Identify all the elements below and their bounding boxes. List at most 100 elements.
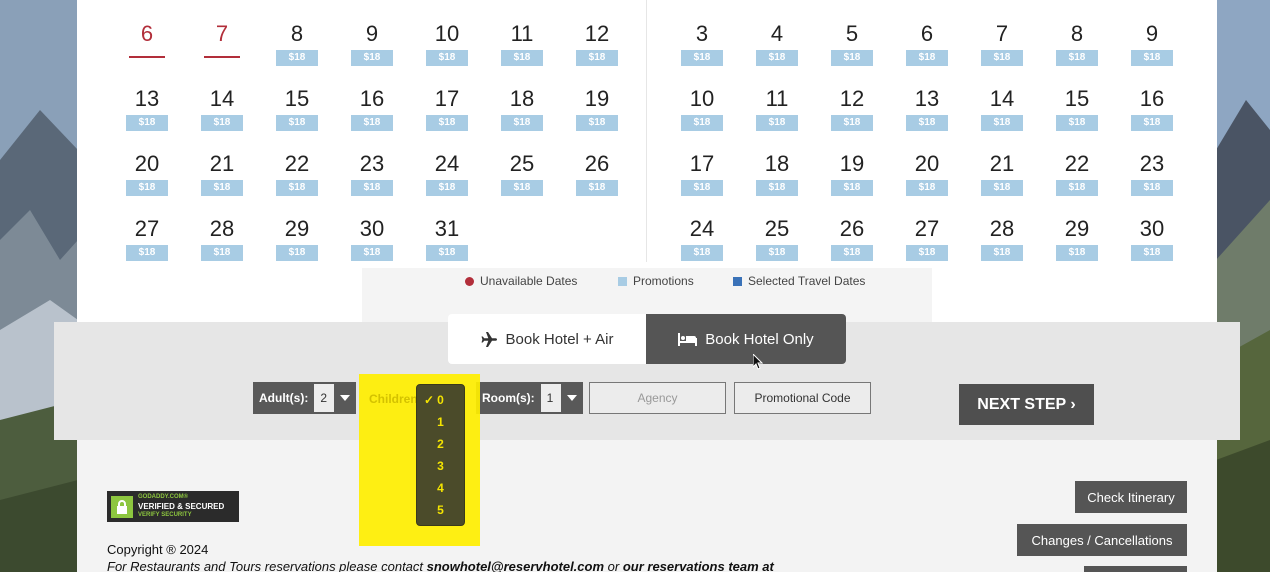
calendar-day[interactable]: 13 $18 [126, 86, 168, 131]
check-itinerary-button[interactable]: Check Itinerary [1075, 481, 1187, 513]
calendar-day-price: $18 [831, 50, 873, 66]
contact-email-link[interactable]: snowhotel@reservhotel.com [427, 559, 604, 572]
calendar-day-price: $18 [276, 50, 318, 66]
calendar-day[interactable]: 21 $18 [201, 151, 243, 196]
unavailable-dot-icon [465, 276, 474, 286]
calendar-day[interactable]: 15 $18 [1056, 86, 1098, 131]
calendar-day[interactable]: 30 $18 [1131, 216, 1173, 261]
badge-top-text: GODADDY.COM® [138, 494, 189, 500]
legend-promotions-label: Promotions [633, 274, 694, 288]
mouse-cursor-icon [752, 352, 764, 375]
calendar-day[interactable]: 26 $18 [576, 151, 618, 196]
calendar-day-number: 28 [989, 216, 1015, 241]
calendar-day-number: 7 [215, 21, 229, 46]
godaddy-security-badge[interactable]: GODADDY.COM® VERIFIED & SECURED VERIFY S… [107, 491, 239, 522]
calendar-day[interactable]: 28 $18 [981, 216, 1023, 261]
calendar-day[interactable]: 28 $18 [201, 216, 243, 261]
agency-input[interactable]: Agency [589, 382, 726, 414]
calendar-day[interactable]: 22 $18 [1056, 151, 1098, 196]
calendar-day-price: $18 [1131, 115, 1173, 131]
children-option[interactable]: 5 [417, 499, 464, 521]
calendar-day[interactable]: 25 $18 [756, 216, 798, 261]
calendar-day[interactable]: 8 $18 [276, 21, 318, 66]
calendar-day-price: $18 [126, 115, 168, 131]
calendar-day[interactable]: 24 $18 [426, 151, 468, 196]
calendar-day[interactable]: 13 $18 [906, 86, 948, 131]
calendar-day[interactable]: 9 $18 [351, 21, 393, 66]
calendar-day[interactable]: 17 $18 [681, 151, 723, 196]
calendar-day[interactable]: 26 $18 [831, 216, 873, 261]
calendar-day[interactable]: 16 $18 [351, 86, 393, 131]
calendar-day[interactable]: 20 $18 [906, 151, 948, 196]
calendar-day[interactable]: 18 $18 [501, 86, 543, 131]
children-option-label: 3 [437, 459, 444, 473]
calendar-day-number: 21 [209, 151, 235, 176]
children-option[interactable]: ✓ 0 [417, 389, 464, 411]
children-option[interactable]: 4 [417, 477, 464, 499]
calendar-day[interactable]: 14 $18 [981, 86, 1023, 131]
calendar-day[interactable]: 29 $18 [1056, 216, 1098, 261]
calendar-day[interactable]: 23 $18 [351, 151, 393, 196]
calendar-day-price: $18 [351, 115, 393, 131]
contact-team-link[interactable]: our reservations team at [623, 559, 774, 572]
children-dropdown[interactable]: ✓ 0 1 2 3 4 5 [416, 384, 465, 526]
calendar-day[interactable]: 27 $18 [906, 216, 948, 261]
calendar-day[interactable]: 24 $18 [681, 216, 723, 261]
calendar-day[interactable]: 25 $18 [501, 151, 543, 196]
rooms-select[interactable]: Room(s): 1 [476, 382, 583, 414]
calendar-day-price: $18 [1056, 115, 1098, 131]
calendar-day[interactable]: 10 $18 [681, 86, 723, 131]
calendar-day[interactable]: 17 $18 [426, 86, 468, 131]
children-option[interactable]: 2 [417, 433, 464, 455]
calendar-day[interactable]: 11 $18 [756, 86, 798, 131]
children-option-label: 1 [437, 415, 444, 429]
calendar-day[interactable]: 6 $18 [906, 21, 948, 66]
calendar-day-price: $18 [126, 245, 168, 261]
footer-button-partial[interactable] [1084, 566, 1187, 572]
calendar-day[interactable]: 5 $18 [831, 21, 873, 66]
calendar-day[interactable]: 19 $18 [831, 151, 873, 196]
calendar-day[interactable]: 8 $18 [1056, 21, 1098, 66]
legend-unavailable-label: Unavailable Dates [480, 274, 578, 288]
legend-promotions: Promotions [618, 274, 694, 288]
calendar-day[interactable]: 20 $18 [126, 151, 168, 196]
calendar-day[interactable]: 10 $18 [426, 21, 468, 66]
calendar-day[interactable]: 19 $18 [576, 86, 618, 131]
calendar-day[interactable]: 15 $18 [276, 86, 318, 131]
calendar-day[interactable]: 14 $18 [201, 86, 243, 131]
children-option[interactable]: 3 [417, 455, 464, 477]
calendar-day-price: $18 [906, 245, 948, 261]
calendar-day[interactable]: 9 $18 [1131, 21, 1173, 66]
calendar-month-right: 3 $18 4 $18 5 $18 6 $18 7 $18 8 $18 9 $18 10 $18 11 $18 12… [665, 0, 1190, 268]
check-icon: ✓ [424, 393, 435, 407]
agency-placeholder: Agency [637, 391, 678, 405]
calendar-day[interactable]: 18 $18 [756, 151, 798, 196]
calendar-day[interactable]: 12 $18 [831, 86, 873, 131]
calendar-day[interactable]: 12 $18 [576, 21, 618, 66]
calendar-day-price: $18 [681, 180, 723, 196]
promo-code-button[interactable]: Promotional Code [734, 382, 871, 414]
calendar-day-number: 27 [914, 216, 940, 241]
calendar-day[interactable]: 23 $18 [1131, 151, 1173, 196]
calendar-day[interactable]: 7 $18 [981, 21, 1023, 66]
children-option[interactable]: 1 [417, 411, 464, 433]
calendar-day[interactable]: 21 $18 [981, 151, 1023, 196]
calendar-day[interactable]: 31 $18 [426, 216, 468, 261]
calendar-day: 7 [201, 21, 243, 58]
calendar-day[interactable]: 16 $18 [1131, 86, 1173, 131]
calendar-day[interactable]: 29 $18 [276, 216, 318, 261]
next-step-button[interactable]: NEXT STEP › [959, 384, 1094, 425]
tab-hotel-air[interactable]: Book Hotel + Air [448, 314, 646, 364]
calendar-day[interactable]: 30 $18 [351, 216, 393, 261]
calendar-day[interactable]: 22 $18 [276, 151, 318, 196]
calendar-day[interactable]: 3 $18 [681, 21, 723, 66]
tab-hotel-only[interactable]: Book Hotel Only [646, 314, 846, 364]
calendar-day-price: $18 [756, 245, 798, 261]
calendar-day[interactable]: 27 $18 [126, 216, 168, 261]
calendar-panel: 6 7 8 $18 9 $18 10 $18 11 $18 12 $18 13 $18 14 $18 15 $18… [77, 0, 1217, 322]
calendar-day[interactable]: 11 $18 [501, 21, 543, 66]
calendar-day[interactable]: 4 $18 [756, 21, 798, 66]
adults-select[interactable]: Adult(s): 2 [253, 382, 357, 414]
changes-cancellations-button[interactable]: Changes / Cancellations [1017, 524, 1187, 556]
children-label[interactable]: Children [369, 392, 418, 406]
